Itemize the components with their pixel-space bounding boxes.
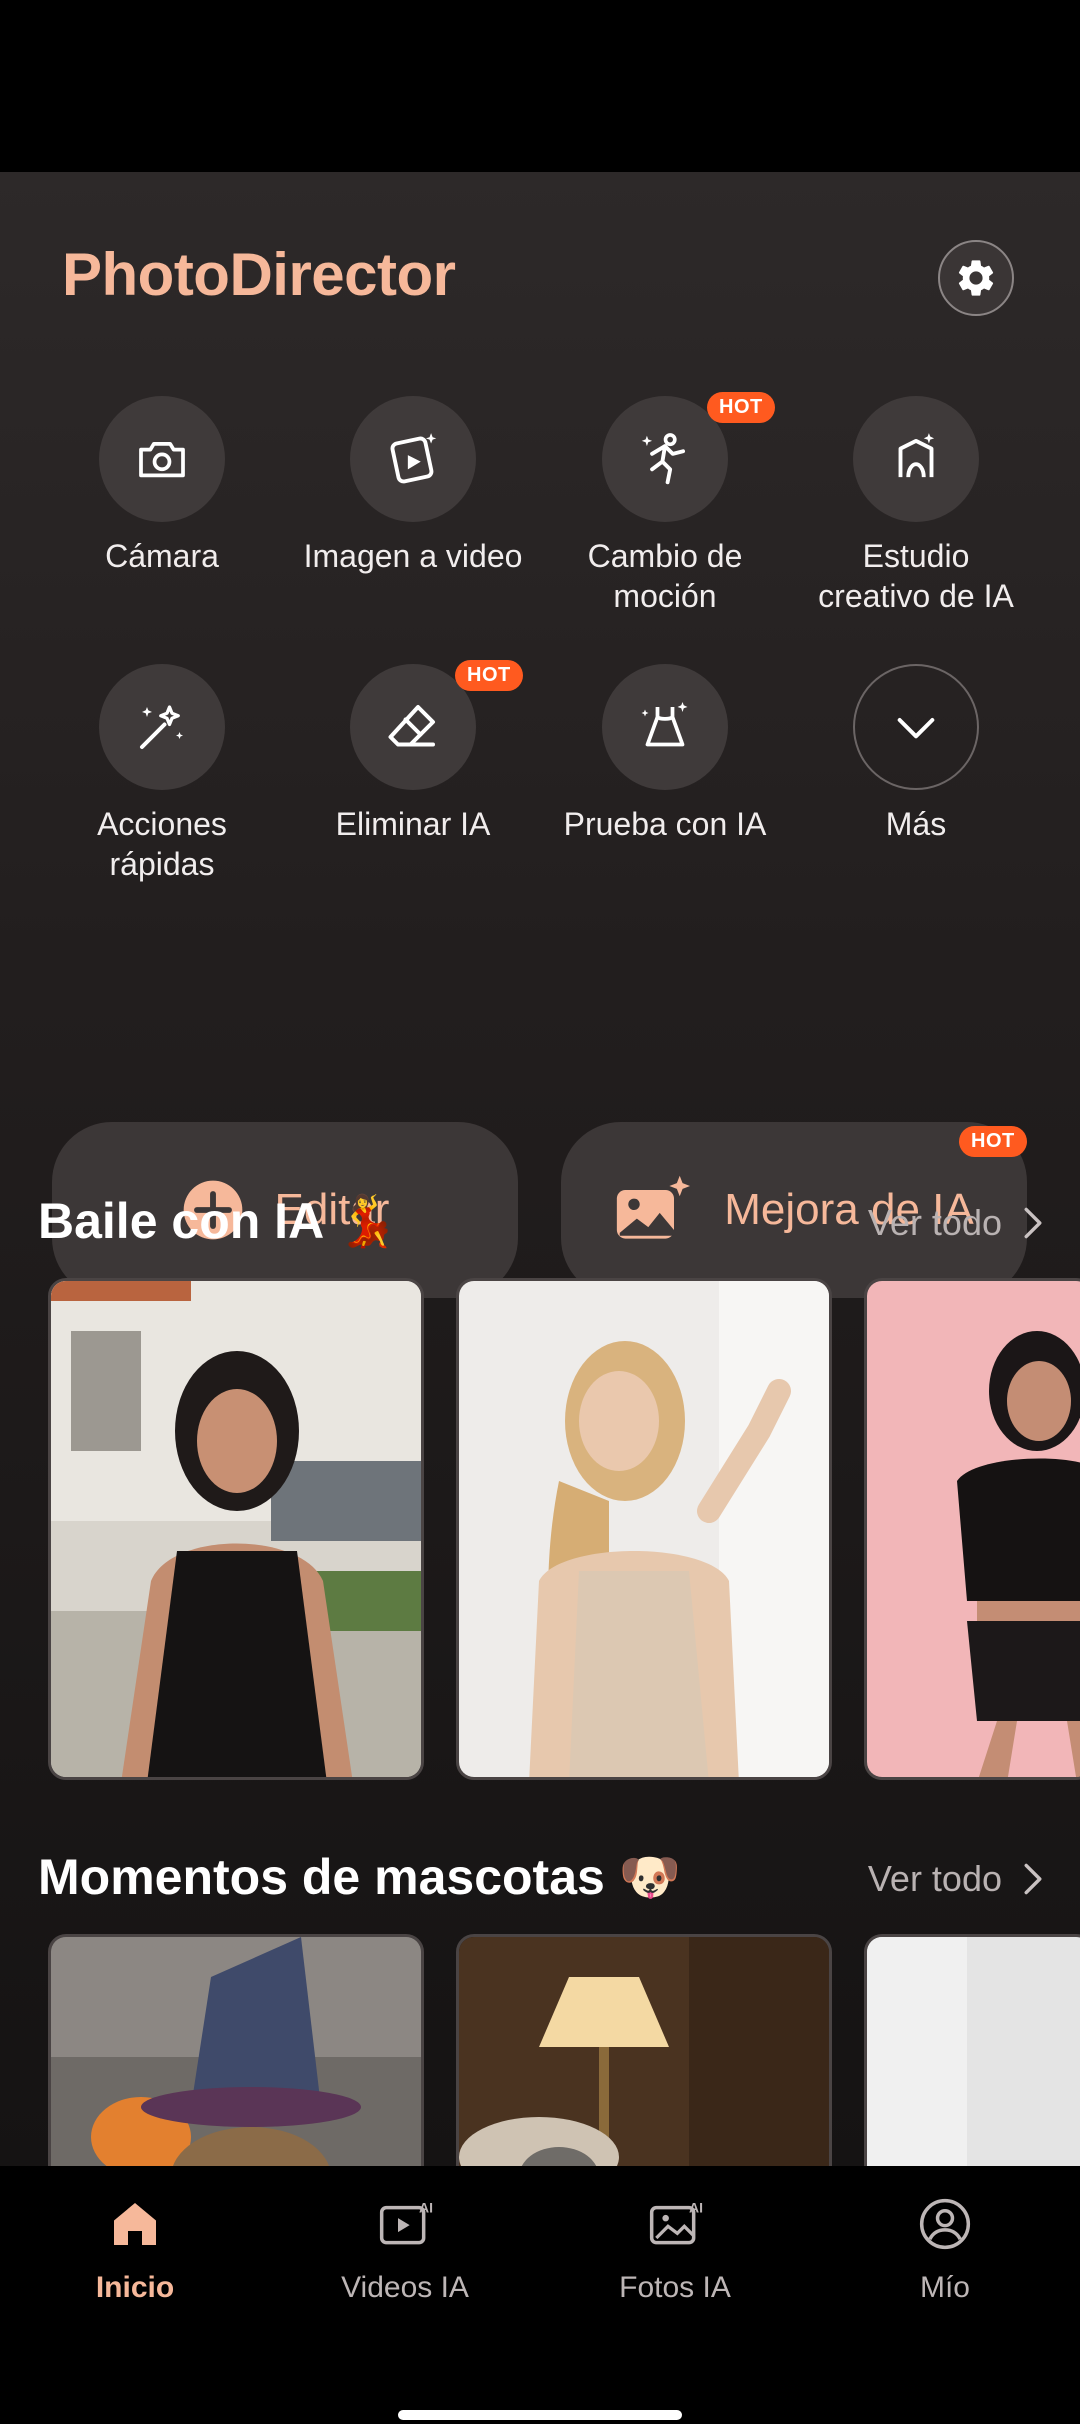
dancer-emoji: 💃: [336, 1193, 399, 1249]
tool-ai-creative-studio[interactable]: Estudio creativo de IA: [791, 396, 1041, 616]
camera-icon: [139, 441, 185, 478]
tool-image-to-video[interactable]: Imagen a video: [288, 396, 538, 576]
dance-thumbnail: [51, 1281, 421, 1777]
tool-label: Imagen a video: [303, 538, 523, 574]
tool-label: Más: [885, 806, 947, 842]
tab-label: Videos IA: [341, 2271, 469, 2304]
tab-ai-photos[interactable]: AI Fotos IA: [540, 2196, 810, 2305]
chevron-right-icon: [1024, 1863, 1042, 1895]
dance-thumbnail: [459, 1281, 829, 1777]
dance-card-3[interactable]: [864, 1278, 1080, 1780]
tool-ai-try-on[interactable]: Prueba con IA: [540, 664, 790, 844]
status-bar-area: [0, 0, 1080, 172]
home-icon: [114, 2203, 156, 2245]
tool-motion-change[interactable]: Cambio de moción HOT: [540, 392, 790, 616]
hot-badge: HOT: [959, 1126, 1027, 1157]
section-title-pets: Momentos de mascotas 🐶: [38, 1849, 681, 1905]
tool-label: Prueba con IA: [563, 806, 767, 842]
tab-home[interactable]: Inicio: [0, 2196, 270, 2305]
home-screen: PhotoDirector Cámara Imagen a video Camb…: [0, 172, 1080, 2166]
tool-label: Cámara: [105, 538, 219, 574]
tool-camera[interactable]: Cámara: [37, 396, 287, 576]
gear-icon: [958, 260, 994, 296]
dress-icon: [641, 702, 688, 747]
ai-video-icon: AI: [379, 2199, 433, 2245]
image-to-video-icon: [390, 433, 437, 484]
pet-card-3[interactable]: [864, 1934, 1080, 2166]
tool-label: Cambio de moción: [587, 538, 743, 614]
tool-label: Acciones rápidas: [97, 806, 227, 882]
tab-label: Inicio: [95, 2271, 175, 2304]
profile-icon: [919, 2198, 971, 2250]
hot-badge: HOT: [455, 660, 523, 691]
ai-photo-icon: AI: [649, 2199, 703, 2245]
tab-mine[interactable]: Mío: [810, 2196, 1080, 2305]
app-title: PhotoDirector: [62, 241, 456, 308]
dance-card-2[interactable]: [456, 1278, 832, 1780]
see-all-pets[interactable]: Ver todo: [868, 1858, 1044, 1900]
home-indicator: [398, 2410, 682, 2420]
svg-text:AI: AI: [419, 2199, 433, 2215]
chevron-down-icon: [897, 718, 935, 739]
tab-label: Fotos IA: [619, 2271, 731, 2304]
section-title-dance: Baile con IA 💃: [38, 1193, 399, 1249]
settings-button[interactable]: [938, 240, 1014, 316]
magic-wand-icon: [140, 705, 183, 749]
see-all-dance[interactable]: Ver todo: [868, 1202, 1044, 1244]
tool-quick-actions[interactable]: Acciones rápidas: [37, 664, 287, 884]
ai-studio-icon: [898, 433, 935, 478]
dance-thumbnail: [867, 1281, 1080, 1777]
tool-label: Estudio creativo de IA: [818, 538, 1014, 614]
svg-text:AI: AI: [689, 2199, 703, 2215]
eraser-icon: [388, 705, 435, 747]
motion-icon: [641, 433, 686, 485]
pet-thumbnail: [51, 1937, 421, 2166]
pet-card-2[interactable]: [456, 1934, 832, 2166]
dance-card-1[interactable]: [48, 1278, 424, 1780]
chevron-right-icon: [1024, 1207, 1042, 1239]
hot-badge: HOT: [707, 392, 775, 423]
enhance-photo-icon: [617, 1175, 691, 1239]
tool-more[interactable]: Más: [791, 664, 1041, 844]
pet-card-1[interactable]: [48, 1934, 424, 2166]
tool-label: Eliminar IA: [335, 806, 491, 842]
tab-label: Mío: [919, 2271, 970, 2304]
dog-emoji: 🐶: [618, 1849, 681, 1905]
tab-ai-videos[interactable]: AI Videos IA: [270, 2196, 540, 2305]
pet-thumbnail: [459, 1937, 829, 2166]
bottom-tab-bar: Inicio AI Videos IA AI Fotos IA Mío: [0, 2166, 1080, 2424]
tool-ai-remove[interactable]: Eliminar IA HOT: [288, 660, 538, 844]
pet-thumbnail: [867, 1937, 1080, 2166]
